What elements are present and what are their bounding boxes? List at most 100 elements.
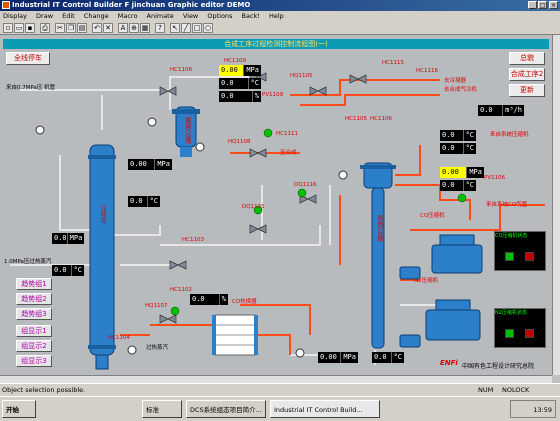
window-title-bar: Industrial IT Control Builder F jinchuan… <box>0 0 560 11</box>
reading-r15: 0.0 °C <box>52 265 84 276</box>
reading-r4: 0.00 MPa <box>128 159 172 170</box>
grid-icon[interactable]: ▦ <box>140 23 150 33</box>
menu-change[interactable]: Change <box>84 12 109 20</box>
stop-indicator <box>525 252 534 261</box>
label-flash: 过热蒸汽 <box>146 345 169 351</box>
graphic-canvas[interactable]: 合成工序过程检测控制流程图(一) 全线停车 总貌 合成工序2 更新 HC1108… <box>0 35 552 375</box>
reading-r12: 0.0% <box>190 294 228 305</box>
taskbar-item-dcs[interactable]: DCS系统组态项目简介... <box>186 400 266 418</box>
reading-r11: 0.0 °C <box>440 180 476 191</box>
tag-hc1102[interactable]: HC1102 <box>170 287 192 293</box>
label-steam-in: 1.0MPa压过热蒸汽 <box>4 259 52 265</box>
label-gauge1: 来自系统压缩机 <box>490 132 529 138</box>
minimize-button[interactable]: _ <box>528 1 537 9</box>
reading-r8: 0.0 °C <box>440 130 476 141</box>
menu-display[interactable]: Display <box>3 12 27 20</box>
menu-macro[interactable]: Macro <box>118 12 138 20</box>
group-display-1-button[interactable]: 组显示1 <box>16 325 52 337</box>
run-indicator <box>505 252 514 261</box>
tag-hc1106[interactable]: HC1106 <box>370 116 392 122</box>
help-icon[interactable]: ? <box>155 23 165 33</box>
menu-draw[interactable]: Draw <box>36 12 53 20</box>
tag-pv1106[interactable]: PV1106 <box>484 175 505 181</box>
group-display-2-button[interactable]: 组显示2 <box>16 340 52 352</box>
zoom-icon[interactable]: ⊕ <box>129 23 139 33</box>
tag-hc1104[interactable]: HC1104 <box>108 335 130 341</box>
start-button[interactable]: 开始 <box>2 400 36 418</box>
label-column3: 脱硫CO塔 <box>184 117 191 144</box>
arrow-icon[interactable]: ↖ <box>170 23 180 33</box>
group-display-3-button[interactable]: 组显示3 <box>16 355 52 367</box>
copy-icon[interactable]: ❐ <box>66 23 76 33</box>
label-column1: 冷却塔 <box>99 205 106 223</box>
tag-hc1115[interactable]: HC1115 <box>382 60 404 66</box>
app-icon[interactable] <box>2 1 10 9</box>
tag-hq1105[interactable]: HQ1105 <box>290 73 312 79</box>
open-icon[interactable]: ▭ <box>14 23 24 33</box>
maximize-button[interactable]: □ <box>538 1 547 9</box>
tag-hc1103[interactable]: HC1103 <box>182 237 204 243</box>
tag-hc1109[interactable]: HC1109 <box>224 58 246 64</box>
menu-options[interactable]: Options <box>207 12 232 20</box>
tag-hc1116[interactable]: HC1116 <box>416 68 438 74</box>
taskbar-item-standard[interactable]: 标准 <box>142 400 182 418</box>
trend-group-2-button[interactable]: 趋势组2 <box>16 293 52 305</box>
reading-r5: 0.0 °C <box>128 196 160 207</box>
label-n2-comp: N2压缩机 <box>414 278 439 284</box>
menu-bar: Display Draw Edit Change Macro Animate V… <box>0 11 560 21</box>
n2-comp-status-panel: N2压缩机状态 <box>494 308 546 348</box>
text-icon[interactable]: A <box>118 23 128 33</box>
stop-indicator <box>525 329 534 338</box>
tag-dq1115[interactable]: DQ1115 <box>242 204 265 210</box>
tag-hc1105[interactable]: HC1105 <box>345 116 367 122</box>
tag-dq1116[interactable]: DQ1116 <box>294 182 317 188</box>
undo-icon[interactable]: ↶ <box>92 23 102 33</box>
tag-hq1108[interactable]: HQ1108 <box>228 139 250 145</box>
menu-help[interactable]: Help <box>269 12 284 20</box>
status-bar: Object selection possible. NUM NOLOCK <box>0 383 560 396</box>
tag-hc1111[interactable]: HC1111 <box>276 131 298 137</box>
menu-edit[interactable]: Edit <box>62 12 75 20</box>
label-steam-out: 至合成 <box>280 150 297 156</box>
paste-icon[interactable]: ▤ <box>77 23 87 33</box>
enfi-logo: ENFi <box>440 359 458 367</box>
horizontal-scrollbar[interactable] <box>0 375 552 383</box>
taskbar-item-control-builder[interactable]: Industrial IT Control Build... <box>270 400 380 418</box>
delete-icon[interactable]: ✕ <box>103 23 113 33</box>
reading-r3: 0.0% <box>219 91 261 102</box>
rect-icon[interactable]: □ <box>192 23 202 33</box>
line-icon[interactable]: ╱ <box>181 23 191 33</box>
reading-r2: 0.0 °C <box>219 78 261 89</box>
cut-icon[interactable]: ✂ <box>55 23 65 33</box>
reading-r7: 0.0 m³/h <box>478 105 524 116</box>
label-to-cooler: CO热换器 <box>232 299 257 305</box>
print-icon[interactable]: ⎙ <box>40 23 50 33</box>
label-to-valve: 来自系统CO气管 <box>486 202 528 208</box>
menu-back[interactable]: Back! <box>242 12 260 20</box>
trend-group-3-button[interactable]: 趋势组3 <box>16 308 52 320</box>
reading-r14: 0.0 °C <box>372 352 404 363</box>
co-comp-status-panel: CO压缩机状态 <box>494 231 546 271</box>
tag-hq1107[interactable]: HQ1107 <box>145 303 167 309</box>
tag-hc1108[interactable]: HC1108 <box>170 67 192 73</box>
trend-group-1-button[interactable]: 趋势组1 <box>16 278 52 290</box>
new-icon[interactable]: ▫ <box>3 23 13 33</box>
vertical-scrollbar[interactable] <box>552 35 560 375</box>
reading-r9: 0.0 °C <box>440 143 476 154</box>
run-indicator <box>505 329 514 338</box>
tag-pv1109[interactable]: PV1109 <box>262 92 283 98</box>
reading-r13: 0.00 MPa <box>318 352 358 363</box>
co-comp-status-label: CO压缩机状态 <box>495 233 528 239</box>
clock: 13:59 <box>510 400 556 418</box>
company-name: 中国有色工程设计研究总院 <box>462 363 535 370</box>
label-feed: 来自0.7MPa压 机管 <box>6 85 56 91</box>
n2-comp-status-label: N2压缩机状态 <box>495 310 527 316</box>
menu-animate[interactable]: Animate <box>147 12 174 20</box>
label-co-gen: CO压缩机 <box>420 213 445 219</box>
reading-r1: 0.00 MPa <box>219 65 261 76</box>
close-button[interactable]: × <box>549 1 558 9</box>
menu-view[interactable]: View <box>183 12 198 20</box>
reading-r10: 0.00 MPa <box>440 167 484 178</box>
save-icon[interactable]: ▪ <box>25 23 35 33</box>
circle-icon[interactable]: ○ <box>203 23 213 33</box>
